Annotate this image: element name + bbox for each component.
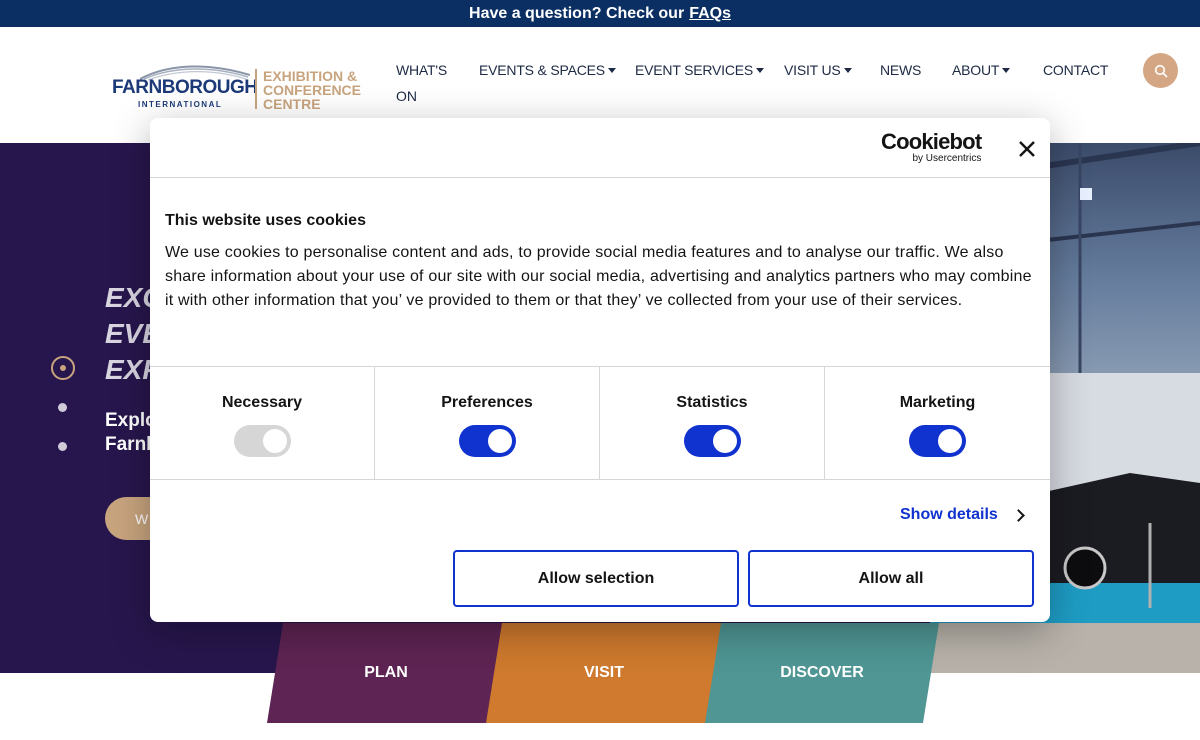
nav-visit-us[interactable]: VISIT US: [784, 60, 852, 80]
visit-tile[interactable]: VISIT: [486, 623, 722, 723]
slider-dot[interactable]: [58, 442, 67, 451]
cookie-dialog-title: This website uses cookies: [165, 212, 366, 229]
logo-ecc-line: EXHIBITION &: [263, 68, 358, 84]
cookiebot-logo[interactable]: Cookiebot by Usercentrics: [881, 129, 982, 165]
close-button[interactable]: [1016, 138, 1038, 160]
cookiebot-logo-sub: by Usercentrics: [912, 153, 982, 164]
category-label: Preferences: [441, 394, 533, 411]
category-label: Necessary: [221, 394, 303, 411]
cookie-consent-dialog: Cookiebot by Usercentrics This website u…: [150, 118, 1050, 622]
caret-down-icon: [607, 67, 616, 73]
slider-dot-center: [60, 365, 66, 371]
logo-sub: INTERNATIONAL: [138, 100, 223, 109]
allow-selection-button[interactable]: Allow selection: [453, 550, 739, 607]
nav-news[interactable]: NEWS: [880, 60, 921, 80]
nav-label: EVENT SERVICES: [635, 62, 754, 78]
search-button[interactable]: [1143, 53, 1178, 88]
category-statistics: Statistics: [600, 367, 825, 479]
top-banner: Have a question? Check our FAQs: [0, 0, 1200, 27]
close-icon: [1019, 141, 1035, 157]
plan-tile[interactable]: PLAN: [267, 623, 505, 723]
nav-events-spaces[interactable]: EVENTS & SPACES: [479, 60, 616, 80]
nav-label: EVENTS & SPACES: [479, 62, 605, 78]
preferences-toggle[interactable]: [459, 425, 516, 457]
logo-ecc: EXHIBITION & CONFERENCE CENTRE: [263, 69, 361, 111]
category-marketing: Marketing: [825, 367, 1050, 479]
toggle-knob: [938, 429, 962, 453]
logo-ecc-line: CENTRE: [263, 96, 321, 112]
nav-label: VISIT US: [784, 62, 841, 78]
slider-dot[interactable]: [58, 403, 67, 412]
caret-down-icon: [756, 67, 765, 73]
marketing-toggle[interactable]: [909, 425, 966, 457]
caret-down-icon: [1002, 67, 1011, 73]
nav-whats-on-line2[interactable]: ON: [396, 88, 417, 104]
plan-label: PLAN: [364, 664, 408, 681]
nav-whats-on[interactable]: WHAT'S: [396, 60, 447, 80]
discover-label: DISCOVER: [780, 664, 864, 681]
nav-contact[interactable]: CONTACT: [1043, 60, 1108, 80]
chevron-right-icon: [1011, 508, 1025, 522]
quick-links: PLAN VISIT DISCOVER: [267, 623, 947, 723]
necessary-toggle: [234, 425, 291, 457]
nav-event-services[interactable]: EVENT SERVICES: [635, 60, 765, 80]
category-preferences: Preferences: [375, 367, 600, 479]
discover-tile[interactable]: DISCOVER: [705, 623, 939, 723]
faqs-link[interactable]: FAQs: [689, 5, 731, 23]
cookiebot-logo-main: Cookiebot: [881, 129, 982, 154]
slider-dot-active[interactable]: [51, 356, 75, 380]
cookie-dialog-text: We use cookies to personalise content an…: [165, 244, 1032, 309]
nav-label: CONTACT: [1043, 62, 1109, 78]
farnborough-logo[interactable]: FARNBOROUGH INTERNATIONAL EXHIBITION & C…: [112, 61, 367, 113]
toggle-knob: [263, 429, 287, 453]
category-necessary: Necessary: [150, 367, 375, 479]
logo-brand: FARNBOROUGH: [112, 77, 258, 98]
toggle-knob: [713, 429, 737, 453]
nav-label: WHAT'S: [396, 62, 447, 78]
logo-ecc-line: CONFERENCE: [263, 82, 362, 98]
category-label: Marketing: [899, 394, 976, 411]
statistics-toggle[interactable]: [684, 425, 741, 457]
show-details-link[interactable]: Show details: [900, 506, 1025, 524]
toggle-knob: [488, 429, 512, 453]
caret-down-icon: [843, 67, 852, 73]
cookie-dialog-header: Cookiebot by Usercentrics: [150, 118, 1050, 178]
banner-text: Have a question? Check our: [469, 4, 685, 22]
visit-label: VISIT: [583, 664, 624, 681]
logo-divider: [255, 69, 257, 109]
allow-all-button[interactable]: Allow all: [748, 550, 1034, 607]
show-details-label: Show details: [900, 506, 998, 523]
category-label: Statistics: [676, 394, 748, 411]
cookie-categories: Necessary Preferences Statistics Marketi…: [150, 366, 1050, 480]
search-icon: [1154, 64, 1168, 78]
nav-label: NEWS: [880, 62, 922, 78]
nav-label: ABOUT: [952, 62, 1000, 78]
nav-about[interactable]: ABOUT: [952, 60, 1011, 80]
